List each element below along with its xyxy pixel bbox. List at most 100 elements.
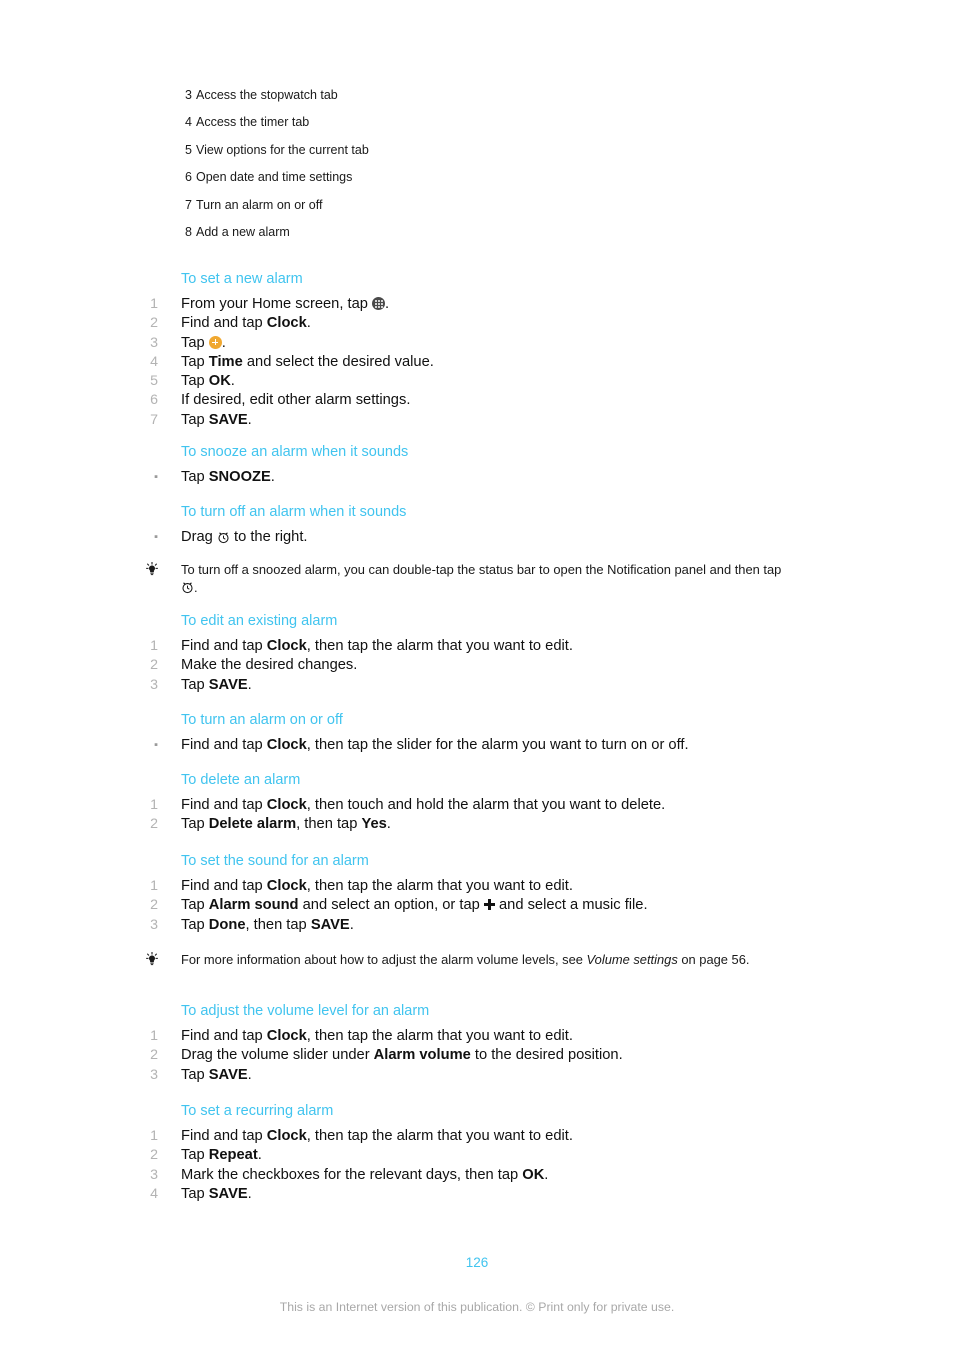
- legend-row: 8 Add a new alarm: [0, 223, 954, 250]
- ui-label-delete-alarm: Delete alarm: [208, 816, 297, 833]
- list-item: 4 Tap Time and select the desired value.: [0, 353, 954, 372]
- list-item: 1 Find and tap Clock, then tap the alarm…: [0, 637, 954, 656]
- legend-number: 4: [185, 115, 192, 130]
- step-list: 1 From your Home screen, tap . 2 Find an…: [0, 295, 954, 430]
- section-heading: To delete an alarm: [181, 772, 301, 788]
- ui-label-alarm-volume: Alarm volume: [373, 1047, 471, 1064]
- step-list: ▪ Drag to the right.: [0, 528, 954, 547]
- step-number: 2: [150, 816, 158, 833]
- alarm-clock-icon: [182, 582, 193, 594]
- legend-row: 5 View options for the current tab: [0, 141, 954, 168]
- step-text-part: Find and tap: [181, 638, 267, 654]
- section-set-sound-for-alarm: To set the sound for an alarm 1 Find and…: [0, 852, 954, 968]
- section-delete-an-alarm: To delete an alarm 1 Find and tap Clock,…: [0, 771, 954, 835]
- bullet-marker: ▪: [154, 471, 158, 483]
- step-text-part: Drag the volume slider under: [181, 1047, 374, 1064]
- step-number: 2: [150, 1047, 158, 1064]
- list-item: 3 Tap SAVE.: [0, 1066, 954, 1085]
- step-text: Tap Alarm sound and select an option, or…: [181, 896, 791, 915]
- cross-reference-link[interactable]: Volume settings: [587, 952, 678, 967]
- step-text-part: Tap: [181, 469, 209, 485]
- ui-label-save: SAVE: [208, 411, 248, 428]
- step-text-part: to the desired position.: [470, 1047, 623, 1064]
- step-text-part: and select a music file.: [494, 897, 648, 914]
- step-text-part: Tap: [181, 676, 209, 693]
- step-text-part: Tap: [181, 816, 209, 833]
- step-text-part: .: [349, 916, 354, 933]
- step-text-part: Find and tap: [181, 737, 267, 753]
- step-text: Find and tap Clock, then tap the alarm t…: [181, 1127, 791, 1146]
- step-text: Find and tap Clock, then tap the alarm t…: [181, 1027, 791, 1046]
- step-text-part: .: [385, 296, 390, 312]
- step-list: 1 Find and tap Clock, then touch and hol…: [0, 796, 954, 835]
- ui-label-alarm-sound: Alarm sound: [208, 897, 299, 914]
- step-number: 3: [150, 334, 158, 351]
- step-text: Tap SAVE.: [181, 1066, 791, 1085]
- section-heading: To adjust the volume level for an alarm: [181, 1003, 430, 1019]
- section-edit-existing-alarm: To edit an existing alarm 1 Find and tap…: [0, 612, 954, 695]
- ui-label-clock: Clock: [266, 315, 307, 332]
- step-text-part: Tap: [181, 1185, 209, 1202]
- section-heading: To set a recurring alarm: [181, 1103, 334, 1119]
- tip-text: For more information about how to adjust…: [181, 951, 793, 969]
- step-text-part: Find and tap: [181, 1028, 267, 1044]
- step-text: Make the desired changes.: [181, 657, 358, 674]
- step-text-part: .: [306, 315, 311, 332]
- step-number: 3: [150, 1066, 158, 1083]
- step-number: 7: [150, 411, 158, 428]
- step-text-part: .: [247, 1185, 252, 1202]
- step-list: 1 Find and tap Clock, then tap the alarm…: [0, 1027, 954, 1085]
- legend-label: View options for the current tab: [196, 142, 369, 157]
- list-item: 1 Find and tap Clock, then tap the alarm…: [0, 877, 954, 896]
- step-text-part: Tap: [181, 334, 209, 351]
- list-item: 2 Drag the volume slider under Alarm vol…: [0, 1046, 954, 1065]
- legend-label: Access the timer tab: [196, 115, 310, 130]
- step-text-part: , then tap the alarm that you want to ed…: [306, 1128, 573, 1144]
- list-item: 2 Tap Delete alarm, then tap Yes.: [0, 815, 954, 834]
- step-text-part: , then tap the alarm that you want to ed…: [306, 1028, 573, 1044]
- step-number: 3: [150, 676, 158, 693]
- step-text: Tap Done, then tap SAVE.: [181, 916, 791, 935]
- step-number: 2: [150, 1147, 158, 1164]
- step-number: 1: [150, 296, 158, 312]
- list-item: 5 Tap OK.: [0, 372, 954, 391]
- step-text: Find and tap Clock, then touch and hold …: [181, 796, 791, 815]
- step-number: 1: [150, 1028, 158, 1044]
- ui-label-ok: OK: [208, 373, 231, 390]
- step-text: Find and tap Clock.: [181, 314, 791, 333]
- step-text: Tap SAVE.: [181, 411, 791, 430]
- legend-number: 7: [185, 197, 192, 212]
- list-item: 2 Find and tap Clock.: [0, 314, 954, 333]
- step-list: 1 Find and tap Clock, then tap the alarm…: [0, 877, 954, 935]
- step-text-part: .: [247, 676, 252, 693]
- step-text-part: Drag: [181, 529, 217, 545]
- list-item: 3 Tap SAVE.: [0, 676, 954, 695]
- legend-number: 6: [185, 170, 192, 185]
- section-turn-alarm-on-or-off: To turn an alarm on or off ▪ Find and ta…: [0, 711, 954, 755]
- list-item: 2 Make the desired changes.: [0, 656, 954, 675]
- step-number: 1: [150, 1128, 158, 1144]
- step-text-part: Tap: [181, 897, 209, 914]
- ui-label-done: Done: [208, 916, 246, 933]
- list-item: 3 Tap .: [0, 334, 954, 353]
- step-text: Tap SAVE.: [181, 1185, 791, 1204]
- section-heading: To set the sound for an alarm: [181, 853, 369, 869]
- list-item: 1 Find and tap Clock, then touch and hol…: [0, 796, 954, 815]
- ui-label-clock: Clock: [266, 1028, 307, 1044]
- step-text-part: Tap: [181, 1147, 209, 1164]
- step-text: Tap .: [181, 334, 791, 353]
- section-heading: To edit an existing alarm: [181, 613, 338, 629]
- step-text: Find and tap Clock, then tap the alarm t…: [181, 637, 791, 656]
- tip-text-part: For more information about how to adjust…: [181, 951, 587, 967]
- ui-label-save: SAVE: [208, 1185, 248, 1202]
- ui-label-clock: Clock: [266, 638, 307, 654]
- legend-number: 8: [185, 224, 192, 239]
- list-item: 1 From your Home screen, tap .: [0, 295, 954, 314]
- step-number: 4: [150, 353, 158, 370]
- tip-text-part: on page 56.: [677, 951, 750, 967]
- step-text-part: .: [247, 411, 252, 428]
- step-text-part: .: [544, 1166, 549, 1183]
- step-text: Find and tap Clock, then tap the slider …: [181, 736, 791, 755]
- list-item: ▪ Drag to the right.: [0, 528, 954, 547]
- step-text-part: , then tap the alarm that you want to ed…: [306, 878, 573, 894]
